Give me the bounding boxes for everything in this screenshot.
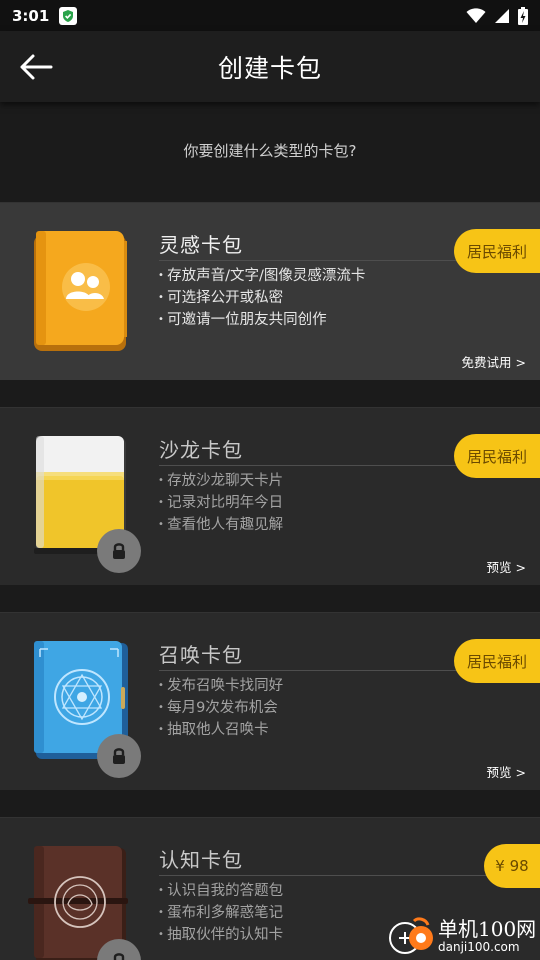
card-inspiration[interactable]: 灵感卡包 存放声音/文字/图像灵感漂流卡 可选择公开或私密 可邀请一位朋友共同创… [0,202,540,380]
lock-icon [113,748,125,764]
feature-item: 认识自我的答题包 [158,880,283,902]
price-badge: ¥ 98 [484,844,540,888]
lock-icon [113,953,125,960]
feature-item: 可选择公开或私密 [158,287,365,309]
preview-link[interactable]: 预览 > [487,557,526,576]
feature-item: 存放声音/文字/图像灵感漂流卡 [158,265,365,287]
resident-benefit-badge: 居民福利 [454,229,540,273]
card-name: 沙龙卡包 [159,438,243,462]
feature-item: 可邀请一位朋友共同创作 [158,309,365,331]
status-bar: 3:01 [0,0,540,31]
battery-charging-icon [518,6,528,25]
feature-item: 蛋布利多解惑笔记 [158,902,283,924]
feature-item: 抽取他人召唤卡 [158,719,283,741]
watermark-url: danji100.com [438,940,520,954]
status-time: 3:01 [12,6,50,25]
feature-list: 发布召唤卡找同好 每月9次发布机会 抽取他人召唤卡 [158,675,283,741]
watermark-logo-icon [388,913,434,959]
resident-benefit-badge: 居民福利 [454,434,540,478]
feature-item: 存放沙龙聊天卡片 [158,470,283,492]
feature-item: 发布召唤卡找同好 [158,675,283,697]
lock-button[interactable] [97,734,141,778]
signal-icon [495,8,509,23]
page-title: 创建卡包 [217,54,322,83]
divider [159,670,504,671]
resident-benefit-badge: 居民福利 [454,639,540,683]
orange-book-users-icon [28,227,132,355]
feature-item: 每月9次发布机会 [158,697,283,719]
watermark: 单机100网 danji100.com [388,912,538,960]
feature-item: 记录对比明年今日 [158,492,283,514]
card-salon[interactable]: 沙龙卡包 存放沙龙聊天卡片 记录对比明年今日 查看他人有趣见解 居民福利 预览 … [0,407,540,585]
wifi-icon [466,7,486,23]
divider [159,875,504,876]
divider [159,465,504,466]
free-trial-link[interactable]: 免费试用 > [462,352,526,371]
feature-list: 认识自我的答题包 蛋布利多解惑笔记 抽取伙伴的认知卡 [158,880,283,946]
feature-item: 抽取伙伴的认知卡 [158,924,283,946]
card-summon[interactable]: 召唤卡包 发布召唤卡找同好 每月9次发布机会 抽取他人召唤卡 居民福利 预览 > [0,612,540,790]
card-name: 认知卡包 [159,848,243,872]
question-text: 你要创建什么类型的卡包? [183,142,357,160]
lock-icon [113,543,125,559]
app-header: 创建卡包 [0,31,540,102]
divider [159,260,504,261]
feature-list: 存放声音/文字/图像灵感漂流卡 可选择公开或私密 可邀请一位朋友共同创作 [158,265,365,331]
feature-list: 存放沙龙聊天卡片 记录对比明年今日 查看他人有趣见解 [158,470,283,536]
lock-button[interactable] [97,529,141,573]
preview-link[interactable]: 预览 > [487,762,526,781]
feature-item: 查看他人有趣见解 [158,514,283,536]
card-name: 召唤卡包 [159,643,243,667]
shield-app-icon [59,6,78,25]
watermark-name: 单机100网 [438,917,537,941]
status-icons [466,6,528,25]
card-name: 灵感卡包 [159,233,243,257]
